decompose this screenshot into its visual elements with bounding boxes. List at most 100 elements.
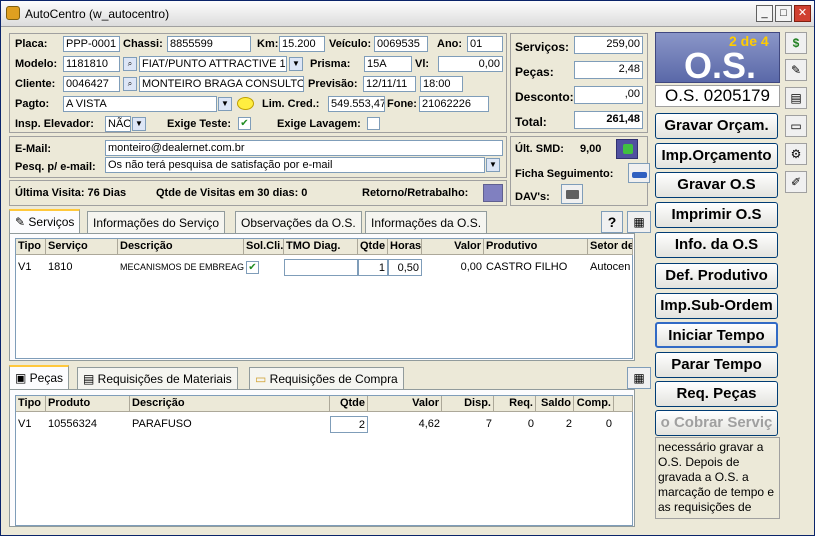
tab-servicos[interactable]: ✎ Serviços: [9, 209, 81, 233]
col-disp[interactable]: Disp.: [442, 396, 494, 412]
lookup-icon[interactable]: ⌕: [123, 57, 137, 71]
pesq-select[interactable]: Os não terá pesquisa de satisfação por e…: [105, 157, 485, 173]
fone-field[interactable]: 21062226: [419, 96, 489, 112]
email-label: E-Mail:: [15, 143, 52, 155]
car-icon[interactable]: [628, 163, 650, 183]
chevron-down-icon[interactable]: ▼: [486, 158, 500, 172]
minimize-button[interactable]: _: [756, 5, 773, 22]
col-produtivo[interactable]: Produtivo: [484, 239, 588, 255]
col-tipo[interactable]: Tipo: [16, 239, 46, 255]
row-qtde[interactable]: 1: [358, 259, 388, 276]
pagto-select[interactable]: A VISTA: [63, 96, 217, 112]
insp-select[interactable]: NÃO: [105, 116, 131, 132]
table-row[interactable]: V1 1810 MECANISMOS DE EMBREAGEM ✔ 1 0,50…: [16, 259, 633, 277]
km-field[interactable]: 15.200: [279, 36, 325, 52]
table-settings-icon[interactable]: ▦: [627, 367, 651, 389]
chevron-down-icon[interactable]: ▼: [218, 97, 232, 111]
chevron-down-icon[interactable]: ▼: [132, 117, 146, 131]
app-window: AutoCentro (w_autocentro) _ □ ✕ Placa: P…: [0, 0, 815, 536]
ano-label: Ano:: [437, 38, 463, 50]
dollar-icon[interactable]: $: [785, 32, 807, 54]
edit-icon[interactable]: ✎: [785, 59, 807, 81]
wrench-icon: ✎: [15, 215, 29, 229]
row-qtde[interactable]: 2: [330, 416, 368, 433]
table-settings-icon[interactable]: ▦: [627, 211, 651, 233]
cliente-name-field[interactable]: MONTEIRO BRAGA CONSULTORIA: [139, 76, 304, 92]
col-qtde[interactable]: Qtde: [358, 239, 388, 255]
lock-icon[interactable]: [237, 97, 254, 110]
chassi-field[interactable]: 8855599: [167, 36, 251, 52]
exige-lavagem-label: Exige Lavagem:: [277, 118, 361, 130]
maximize-button[interactable]: □: [775, 5, 792, 22]
ult-smd-label: Últ. SMD:: [515, 143, 564, 155]
desconto-field[interactable]: ,00: [574, 86, 643, 104]
row-tmo-diag[interactable]: [284, 259, 358, 276]
col-sol-cli[interactable]: Sol.Cli.: [244, 239, 284, 255]
sol-cli-checkbox[interactable]: ✔: [246, 261, 259, 274]
col-valor[interactable]: Valor: [368, 396, 442, 412]
help-icon[interactable]: ?: [601, 211, 623, 233]
prisma-field[interactable]: 15A: [364, 56, 412, 72]
cobrar-servico-button[interactable]: o Cobrar Serviç: [655, 410, 778, 436]
exige-lavagem-checkbox[interactable]: [367, 117, 380, 130]
imprimir-os-button[interactable]: Imprimir O.S: [655, 202, 778, 228]
col-valor[interactable]: Valor: [422, 239, 484, 255]
title-bar: AutoCentro (w_autocentro) _ □ ✕: [1, 1, 814, 27]
exige-teste-checkbox[interactable]: ✔: [238, 117, 251, 130]
info-os-button[interactable]: Info. da O.S: [655, 232, 778, 258]
previsao-time-field[interactable]: 18:00: [420, 76, 463, 92]
col-produto[interactable]: Produto: [46, 396, 130, 412]
iniciar-tempo-button[interactable]: Iniciar Tempo: [655, 322, 778, 348]
cliente-code-field[interactable]: 0046427: [63, 76, 120, 92]
pesq-label: Pesq. p/ e-mail:: [15, 161, 96, 173]
tab-observacoes-os[interactable]: Observações da O.S.: [235, 211, 362, 233]
col-qtde[interactable]: Qtde: [330, 396, 368, 412]
row-descricao: PARAFUSO: [132, 418, 192, 430]
col-comp[interactable]: Comp.: [574, 396, 614, 412]
gear-icon[interactable]: ⚙: [785, 143, 807, 165]
col-servico[interactable]: Serviço: [46, 239, 118, 255]
printer-icon[interactable]: [561, 184, 583, 204]
gravar-os-button[interactable]: Gravar O.S: [655, 172, 778, 198]
chassi-label: Chassi:: [123, 38, 163, 50]
table-row[interactable]: V1 10556324 PARAFUSO 2 4,62 7 0 2 0: [16, 416, 633, 434]
tab-requisicoes-compra[interactable]: ▭ Requisições de Compra: [249, 367, 404, 389]
modelo-code-field[interactable]: 1181810: [63, 56, 120, 72]
os-banner: 2 de 4 O.S.: [655, 32, 780, 86]
col-descricao[interactable]: Descrição: [118, 239, 244, 255]
email-field[interactable]: monteiro@dealernet.com.br: [105, 140, 503, 156]
col-descricao[interactable]: Descrição: [130, 396, 330, 412]
placa-field[interactable]: PPP-0001: [63, 36, 120, 52]
tab-informacoes-os[interactable]: Informações da O.S.: [365, 211, 488, 233]
col-req[interactable]: Req.: [494, 396, 536, 412]
vl-field[interactable]: 0,00: [438, 56, 503, 72]
chevron-down-icon[interactable]: ▼: [289, 57, 303, 71]
req-pecas-button[interactable]: Req. Peças: [655, 381, 778, 407]
previsao-date-field[interactable]: 12/11/11: [363, 76, 416, 92]
modelo-name-field[interactable]: FIAT/PUNTO ATTRACTIVE 1.4: [139, 56, 287, 72]
ano-field[interactable]: 01: [467, 36, 503, 52]
imp-sub-ordem-button[interactable]: Imp.Sub-Ordem: [655, 293, 778, 319]
col-saldo[interactable]: Saldo: [536, 396, 574, 412]
def-produtivo-button[interactable]: Def. Produtivo: [655, 263, 778, 289]
col-tmo-diag[interactable]: TMO Diag.: [284, 239, 358, 255]
thumbs-up-icon[interactable]: [616, 139, 638, 159]
col-setor[interactable]: Setor de: [588, 239, 633, 255]
row-horas[interactable]: 0,50: [388, 259, 422, 276]
col-horas[interactable]: Horas: [388, 239, 422, 255]
document-icon[interactable]: ▭: [785, 115, 807, 137]
desconto-label: Desconto:: [515, 90, 574, 104]
row-tipo: V1: [18, 261, 32, 273]
pencil-icon[interactable]: ✐: [785, 171, 807, 193]
imp-orcamento-button[interactable]: Imp.Orçamento: [655, 143, 778, 169]
col-tipo[interactable]: Tipo: [16, 396, 46, 412]
tab-requisicoes-materiais[interactable]: ▤ Requisições de Materiais: [77, 367, 238, 389]
gravar-orcamento-button[interactable]: Gravar Orçam.: [655, 113, 778, 139]
tab-informacoes-servico[interactable]: Informações do Serviço: [87, 211, 226, 233]
close-button[interactable]: ✕: [794, 5, 811, 22]
parar-tempo-button[interactable]: Parar Tempo: [655, 352, 778, 378]
lookup-icon[interactable]: ⌕: [123, 77, 137, 91]
tab-pecas[interactable]: ▣ Peças: [9, 365, 70, 389]
veiculo-field[interactable]: 0069535: [374, 36, 428, 52]
chart-icon[interactable]: ▤: [785, 87, 807, 109]
